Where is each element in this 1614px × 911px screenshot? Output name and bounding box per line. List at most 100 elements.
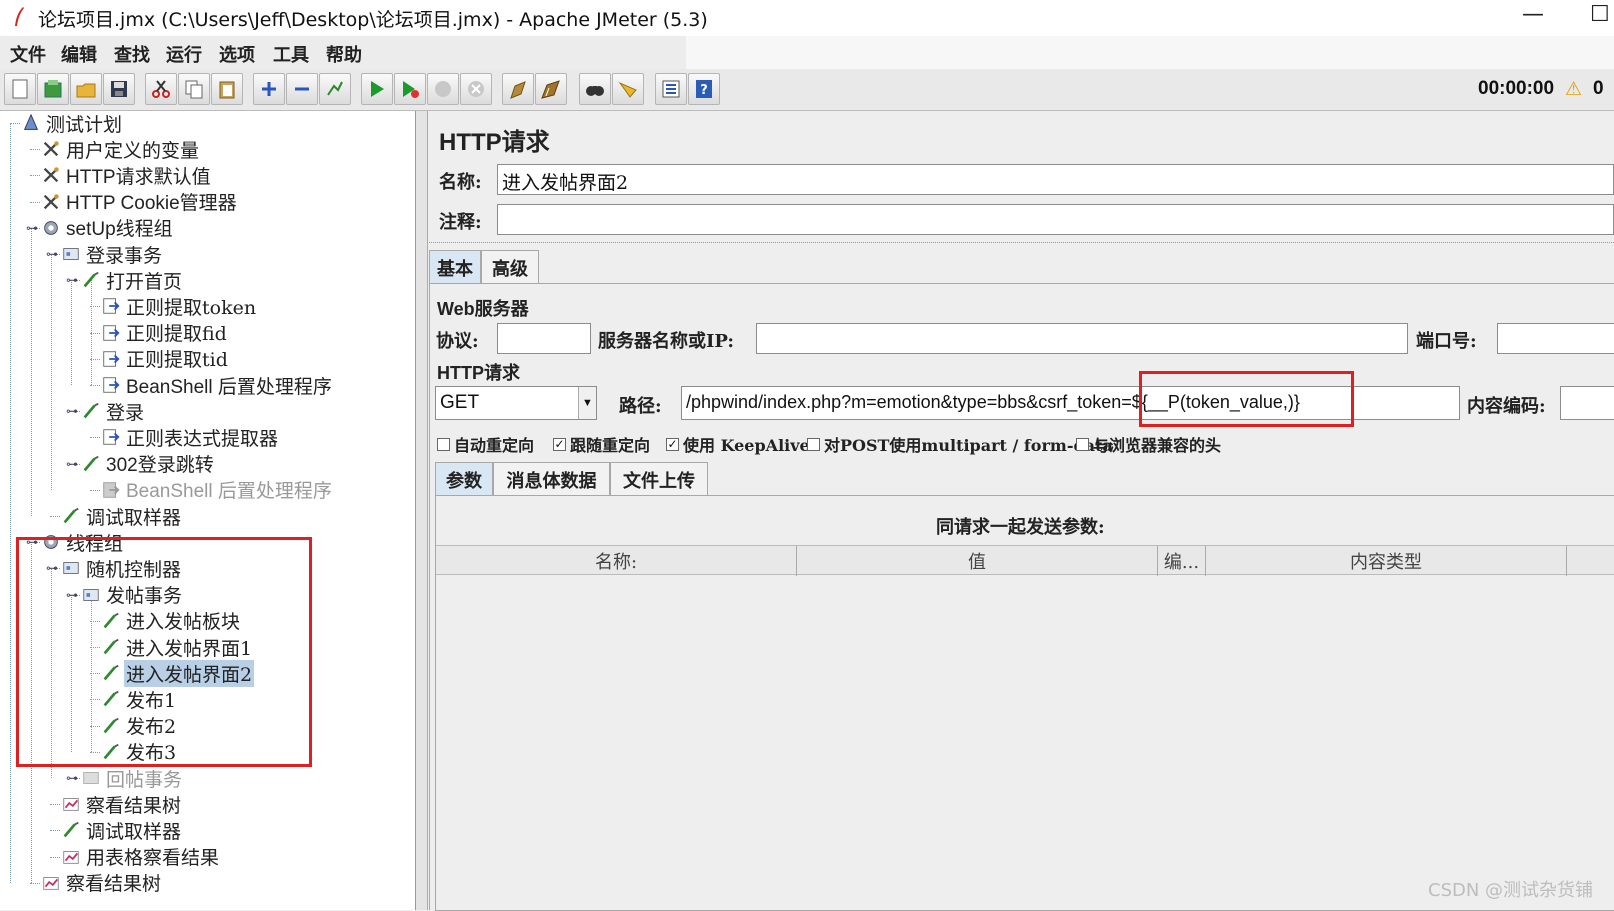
tree-node[interactable]: 调试取样器 — [60, 503, 183, 529]
option-checkbox[interactable]: 对POST使用multipart / form-data — [807, 432, 1113, 456]
config-element-icon — [40, 164, 62, 186]
test-plan-tree: 测试计划 用户定义的变量 HTTP请求默认值 HTTP Cookie管理器 ⊶ setUp… — [0, 111, 416, 910]
function-helper-icon[interactable] — [655, 73, 687, 105]
tree-node[interactable]: 调试取样器 — [60, 817, 183, 843]
expand-toggle-icon[interactable]: ⊶ — [26, 221, 38, 235]
option-checkbox[interactable]: ✓ 跟随重定向 — [553, 432, 650, 456]
open-icon[interactable] — [70, 73, 102, 105]
menu-run[interactable]: 运行 — [166, 41, 202, 67]
menu-tools[interactable]: 工具 — [273, 41, 309, 67]
checkbox-checked-icon[interactable]: ✓ — [553, 437, 566, 451]
tree-node[interactable]: BeanShell 后置处理程序 — [100, 477, 334, 503]
subtab-file-upload[interactable]: 文件上传 — [610, 462, 708, 496]
tree-node[interactable]: 察看结果树 — [60, 791, 183, 817]
option-checkbox[interactable]: ✓ 使用 KeepAlive — [666, 432, 810, 456]
parameters-panel: 同请求一起发送参数: 名称: 值 编... 内容类型 — [435, 495, 1614, 911]
name-label: 名称: — [439, 172, 482, 193]
collapse-icon[interactable] — [286, 73, 318, 105]
stop-icon[interactable] — [427, 73, 459, 105]
maximize-button[interactable]: ☐ — [1590, 2, 1610, 27]
sampler-icon — [60, 505, 82, 527]
tree-node[interactable]: HTTP Cookie管理器 — [40, 189, 239, 215]
start-icon[interactable] — [361, 73, 393, 105]
tree-node[interactable]: 用表格察看结果 — [60, 844, 221, 870]
checkbox-unchecked-icon[interactable] — [807, 437, 820, 451]
subtab-parameters[interactable]: 参数 — [435, 462, 493, 496]
post-processor-icon — [100, 295, 122, 317]
tree-node[interactable]: 打开首页 — [80, 267, 184, 293]
minimize-button[interactable]: — — [1522, 2, 1544, 27]
cut-icon[interactable] — [145, 73, 177, 105]
tree-node[interactable]: 回帖事务 — [80, 765, 184, 791]
chevron-down-icon[interactable]: ▼ — [578, 387, 596, 419]
menu-edit[interactable]: 编辑 — [61, 41, 97, 67]
tree-node[interactable]: 察看结果树 — [40, 870, 163, 896]
clear-all-icon[interactable] — [535, 73, 567, 105]
tree-node[interactable]: 用户定义的变量 — [40, 136, 201, 162]
checkbox-unchecked-icon[interactable] — [437, 437, 450, 451]
search-icon[interactable] — [579, 73, 611, 105]
subtab-body-data[interactable]: 消息体数据 — [493, 462, 610, 496]
column-content-type[interactable]: 内容类型 — [1206, 546, 1567, 576]
tab-advanced[interactable]: 高级 — [481, 250, 539, 284]
tree-node[interactable]: 登录 — [80, 398, 146, 424]
tree-node[interactable]: 测试计划 — [20, 111, 124, 136]
option-checkbox[interactable]: 与浏览器兼容的头 — [1076, 432, 1221, 456]
tree-node[interactable]: 正则提取token — [100, 293, 258, 319]
expand-toggle-icon[interactable]: ⊶ — [46, 247, 58, 261]
expand-icon[interactable] — [253, 73, 285, 105]
tree-node[interactable]: HTTP请求默认值 — [40, 162, 213, 188]
listener-icon — [60, 846, 82, 868]
protocol-field[interactable] — [497, 323, 591, 354]
column-value[interactable]: 值 — [797, 546, 1158, 576]
clear-icon[interactable] — [502, 73, 534, 105]
tree-node[interactable]: 正则表达式提取器 — [100, 424, 280, 450]
name-field[interactable]: 进入发帖界面2 — [497, 164, 1614, 195]
port-field[interactable] — [1497, 323, 1614, 354]
tree-node[interactable]: 302登录跳转 — [80, 451, 216, 477]
expand-toggle-icon[interactable]: ⊶ — [66, 457, 78, 471]
tree-node[interactable]: 正则提取fid — [100, 320, 229, 346]
new-icon[interactable] — [4, 73, 36, 105]
warning-icon[interactable]: ⚠ — [1565, 78, 1582, 100]
column-encode[interactable]: 编... — [1158, 546, 1206, 576]
tree-node[interactable]: setUp线程组 — [40, 215, 175, 241]
copy-icon[interactable] — [178, 73, 210, 105]
section-divider[interactable] — [429, 242, 1614, 245]
method-select[interactable]: GET ▼ — [435, 386, 597, 420]
menu-search[interactable]: 查找 — [114, 41, 150, 67]
tree-node[interactable]: BeanShell 后置处理程序 — [100, 372, 334, 398]
paste-icon[interactable] — [211, 73, 243, 105]
comment-field[interactable] — [497, 204, 1614, 235]
pane-splitter[interactable] — [416, 111, 428, 910]
server-field[interactable] — [756, 323, 1408, 354]
option-checkbox[interactable]: 自动重定向 — [437, 432, 534, 456]
tree-branch-line — [50, 856, 60, 858]
save-icon[interactable] — [103, 73, 135, 105]
templates-icon[interactable] — [37, 73, 69, 105]
checkbox-checked-icon[interactable]: ✓ — [666, 437, 679, 451]
tab-basic[interactable]: 基本 — [429, 250, 481, 284]
expand-toggle-icon[interactable]: ⊶ — [66, 273, 78, 287]
tree-node-label: 调试取样器 — [86, 820, 182, 843]
shutdown-icon[interactable] — [460, 73, 492, 105]
tree-guide-line — [51, 254, 52, 490]
menu-help[interactable]: 帮助 — [326, 41, 362, 67]
checkbox-unchecked-icon[interactable] — [1076, 437, 1089, 451]
toggle-icon[interactable] — [319, 73, 351, 105]
menu-file[interactable]: 文件 — [10, 41, 46, 67]
expand-toggle-icon[interactable]: ⊶ — [66, 771, 78, 785]
menu-options[interactable]: 选项 — [219, 41, 255, 67]
tree-branch-line — [10, 123, 20, 124]
tree-node[interactable]: 登录事务 — [60, 241, 164, 267]
tree-node-label: 正则表达式提取器 — [126, 427, 279, 450]
checkbox-label: 跟随重定向 — [570, 436, 651, 455]
tree-node[interactable]: 正则提取tid — [100, 346, 230, 372]
reset-search-icon[interactable] — [612, 73, 644, 105]
column-name[interactable]: 名称: — [436, 546, 797, 576]
help-icon[interactable]: ? — [688, 73, 720, 105]
start-no-pause-icon[interactable] — [394, 73, 426, 105]
encoding-field[interactable] — [1560, 386, 1614, 420]
tree-branch-line — [30, 175, 40, 177]
expand-toggle-icon[interactable]: ⊶ — [66, 404, 78, 418]
